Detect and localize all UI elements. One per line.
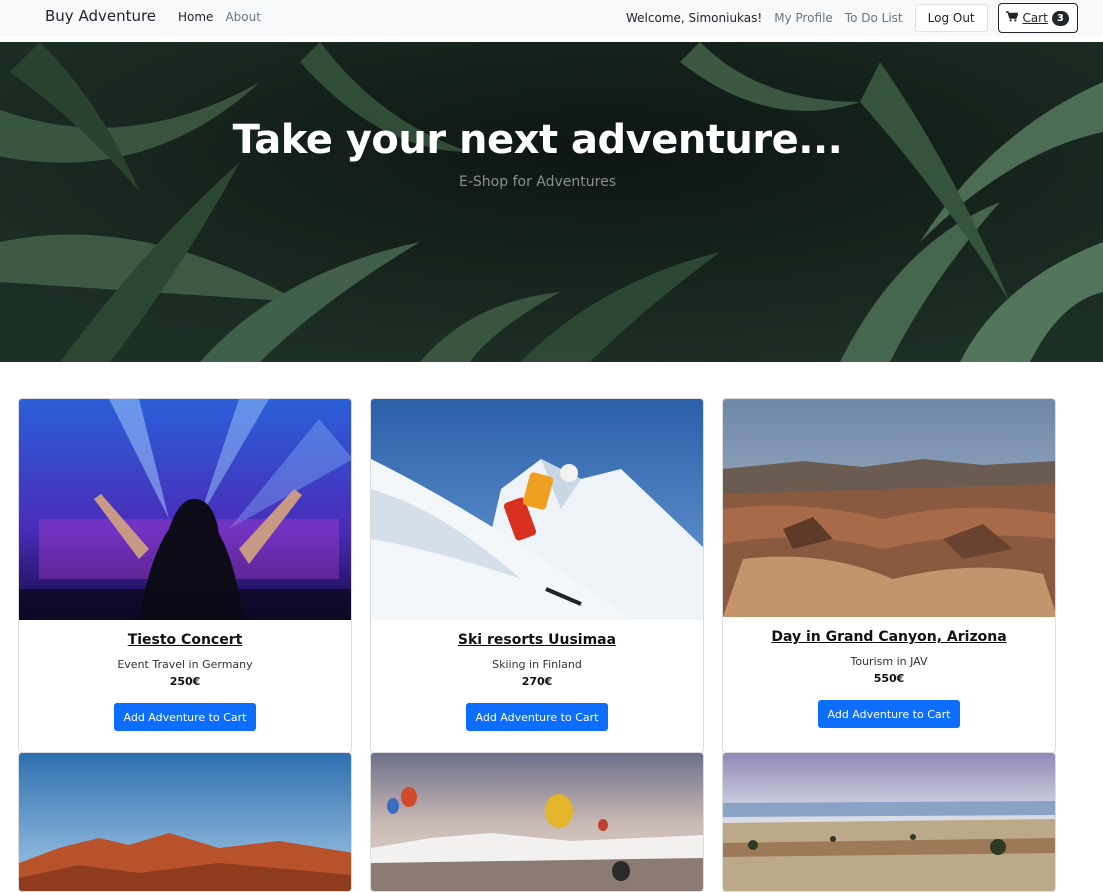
- product-card: Ski resorts Uusimaa Skiing in Finland 27…: [370, 398, 704, 753]
- main-nav: Home About: [178, 10, 261, 24]
- product-image-concert: [19, 399, 351, 620]
- add-to-cart-button[interactable]: Add Adventure to Cart: [817, 700, 961, 728]
- nav-link-my-profile[interactable]: My Profile: [774, 11, 833, 25]
- nav-link-about[interactable]: About: [225, 10, 260, 24]
- shopping-cart-icon: [1006, 11, 1019, 25]
- product-price: 250€: [169, 675, 201, 688]
- product-image-balloons: [371, 753, 703, 891]
- product-subtitle: Skiing in Finland: [492, 658, 582, 671]
- user-nav: Welcome, Simoniukas! My Profile To Do Li…: [626, 3, 1078, 33]
- product-card: [722, 752, 1056, 892]
- product-subtitle: Event Travel in Germany: [117, 658, 253, 671]
- product-title[interactable]: Day in Grand Canyon, Arizona: [723, 629, 1055, 645]
- product-image-desert: [19, 753, 351, 891]
- product-title[interactable]: Ski resorts Uusimaa: [371, 632, 703, 648]
- nav-link-home[interactable]: Home: [178, 10, 213, 24]
- cart-count-badge: 3: [1051, 10, 1069, 26]
- add-to-cart-button[interactable]: Add Adventure to Cart: [113, 703, 257, 731]
- product-title[interactable]: Tiesto Concert: [19, 632, 351, 648]
- product-subtitle: Tourism in JAV: [850, 655, 928, 668]
- product-price: 270€: [521, 675, 553, 688]
- brand-link[interactable]: Buy Adventure: [45, 7, 156, 25]
- hero-banner: Take your next adventure... E-Shop for A…: [0, 42, 1103, 362]
- product-card: Day in Grand Canyon, Arizona Tourism in …: [722, 398, 1056, 753]
- cart-button[interactable]: Cart 3: [997, 3, 1078, 33]
- product-card: [18, 752, 352, 892]
- hero-subtitle: E-Shop for Adventures: [459, 174, 616, 190]
- logout-button[interactable]: Log Out: [914, 4, 988, 32]
- product-image-ski: [371, 399, 703, 620]
- welcome-text: Welcome, Simoniukas!: [626, 11, 763, 25]
- product-image-savanna: [723, 753, 1055, 891]
- cart-label: Cart: [1022, 11, 1048, 25]
- product-price: 550€: [873, 672, 905, 685]
- hero-background-image: [0, 42, 1103, 362]
- add-to-cart-button[interactable]: Add Adventure to Cart: [465, 703, 609, 731]
- navbar: Buy Adventure Home About Welcome, Simoni…: [0, 0, 1103, 36]
- product-card: Tiesto Concert Event Travel in Germany 2…: [18, 398, 352, 753]
- hero-title: Take your next adventure...: [232, 117, 843, 163]
- product-card: [370, 752, 704, 892]
- nav-link-todo-list[interactable]: To Do List: [845, 11, 903, 25]
- product-image-canyon: [723, 399, 1055, 617]
